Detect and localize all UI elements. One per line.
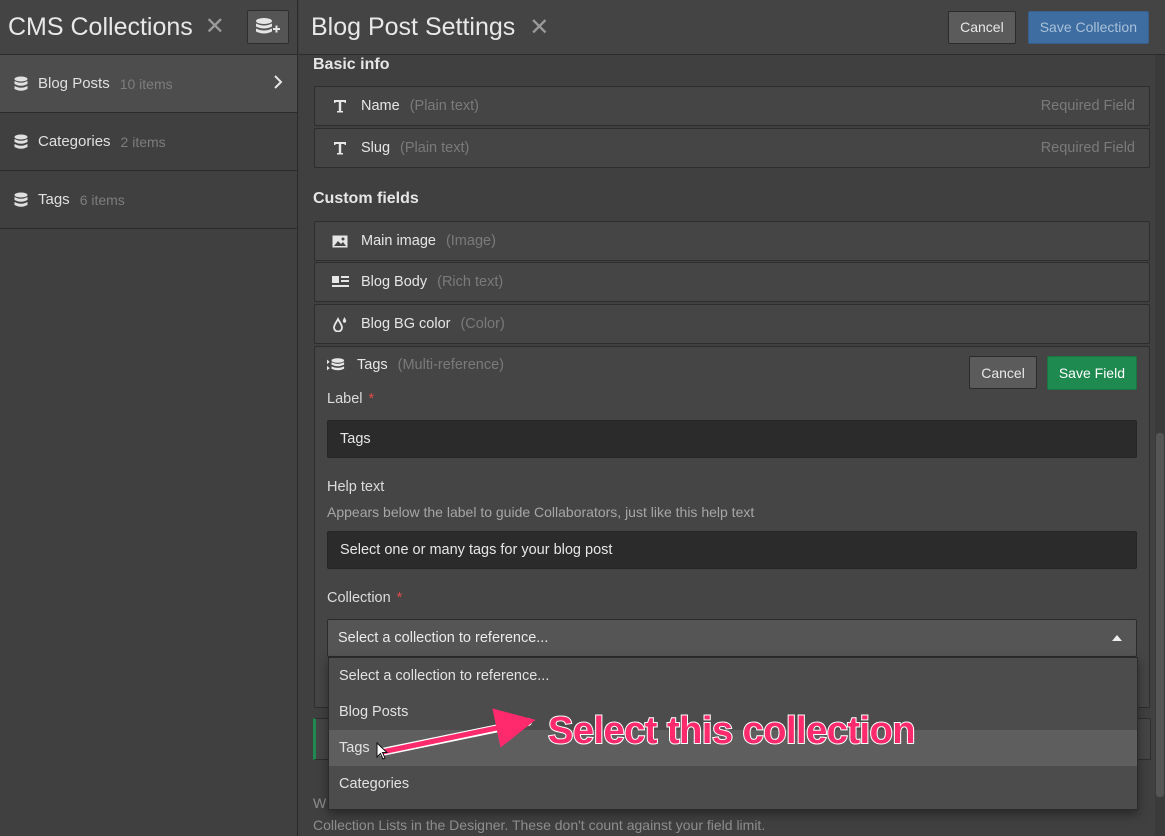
- collection-count: 10 items: [119, 75, 173, 92]
- text-icon: [331, 99, 349, 113]
- dropdown-option-placeholder[interactable]: Select a collection to reference...: [329, 658, 1137, 694]
- field-type: (Color): [460, 316, 505, 332]
- collection-item-categories[interactable]: Categories 2 items: [0, 113, 297, 171]
- collections-panel-title: CMS Collections: [8, 12, 193, 41]
- cursor-icon: [376, 742, 389, 760]
- field-editor: Tags (Multi-reference) Cancel Save Field…: [314, 346, 1150, 708]
- collection-count: 2 items: [120, 133, 166, 150]
- required-label: Required Field: [1040, 140, 1135, 156]
- multi-reference-icon: [327, 357, 345, 373]
- caret-up-icon: [1112, 633, 1122, 644]
- close-settings-icon[interactable]: ✕: [529, 13, 549, 42]
- database-plus-icon: [256, 18, 280, 34]
- custom-fields-heading: Custom fields: [313, 190, 419, 207]
- field-type: (Multi-reference): [397, 357, 504, 373]
- field-name: Main image: [361, 233, 436, 249]
- annotation-callout: Select this collection: [547, 709, 917, 753]
- chevron-right-icon: [273, 74, 283, 93]
- help-text-label: Help text: [327, 479, 385, 495]
- collection-name: Tags: [38, 191, 70, 208]
- label-field-label: Label *: [327, 391, 374, 407]
- label-input[interactable]: Tags: [327, 420, 1137, 458]
- save-field-button[interactable]: Save Field: [1046, 356, 1137, 390]
- rich-text-icon: [331, 276, 349, 288]
- field-row-name[interactable]: Name (Plain text) Required Field: [314, 86, 1150, 126]
- text-icon: [331, 141, 349, 155]
- collection-select[interactable]: Select a collection to reference...: [327, 619, 1137, 657]
- collection-item-tags[interactable]: Tags 6 items: [0, 171, 297, 229]
- field-name: Blog Body: [361, 274, 428, 290]
- field-name: Blog BG color: [361, 316, 451, 332]
- cancel-field-button[interactable]: Cancel: [969, 356, 1037, 389]
- footer-line-2: Collection Lists in the Designer. These …: [313, 817, 766, 833]
- add-collection-button[interactable]: [247, 10, 289, 44]
- field-name: Name: [361, 98, 400, 114]
- required-label: Required Field: [1040, 98, 1135, 114]
- field-row-main-image[interactable]: Main image (Image): [314, 221, 1150, 261]
- field-type: (Plain text): [409, 98, 479, 114]
- field-editor-header: Tags (Multi-reference): [327, 357, 504, 373]
- color-drop-icon: [331, 316, 349, 332]
- collections-panel-header: CMS Collections ✕: [0, 0, 297, 55]
- help-text-input[interactable]: Select one or many tags for your blog po…: [327, 531, 1137, 569]
- collection-name: Blog Posts: [38, 75, 110, 92]
- field-type: (Rich text): [437, 274, 504, 290]
- cancel-button[interactable]: Cancel: [948, 10, 1016, 44]
- collections-panel: CMS Collections ✕ Blog Posts 10 items Ca…: [0, 0, 298, 836]
- database-icon: [14, 192, 28, 207]
- label-text: Label: [327, 391, 363, 407]
- required-mark: *: [396, 590, 403, 606]
- field-row-blog-body[interactable]: Blog Body (Rich text): [314, 262, 1150, 302]
- field-name: Tags: [357, 357, 388, 373]
- collection-count: 6 items: [79, 191, 125, 208]
- collection-select-value: Select a collection to reference...: [338, 630, 549, 646]
- scrollbar-thumb[interactable]: [1156, 433, 1164, 797]
- field-type: (Image): [445, 233, 496, 249]
- collection-label: Collection *: [327, 590, 402, 606]
- required-mark: *: [368, 391, 375, 407]
- page-title: Blog Post Settings: [311, 12, 516, 41]
- help-description: Appears below the label to guide Collabo…: [327, 504, 755, 520]
- database-icon: [14, 134, 28, 149]
- field-name: Slug: [361, 140, 391, 156]
- dropdown-option-categories[interactable]: Categories: [329, 766, 1137, 802]
- close-collections-icon[interactable]: ✕: [205, 15, 225, 39]
- field-row-slug[interactable]: Slug (Plain text) Required Field: [314, 128, 1150, 168]
- image-icon: [331, 235, 349, 248]
- field-type: (Plain text): [400, 140, 470, 156]
- settings-header: Blog Post Settings ✕ Cancel Save Collect…: [299, 0, 1165, 55]
- save-collection-button[interactable]: Save Collection: [1027, 10, 1149, 44]
- scrollbar[interactable]: [1155, 55, 1165, 836]
- collection-name: Categories: [38, 133, 111, 150]
- basic-info-heading: Basic info: [313, 56, 390, 73]
- database-icon: [14, 76, 28, 91]
- collection-item-blog-posts[interactable]: Blog Posts 10 items: [0, 55, 297, 113]
- collection-label-text: Collection: [327, 590, 391, 606]
- field-row-blog-bg-color[interactable]: Blog BG color (Color): [314, 304, 1150, 344]
